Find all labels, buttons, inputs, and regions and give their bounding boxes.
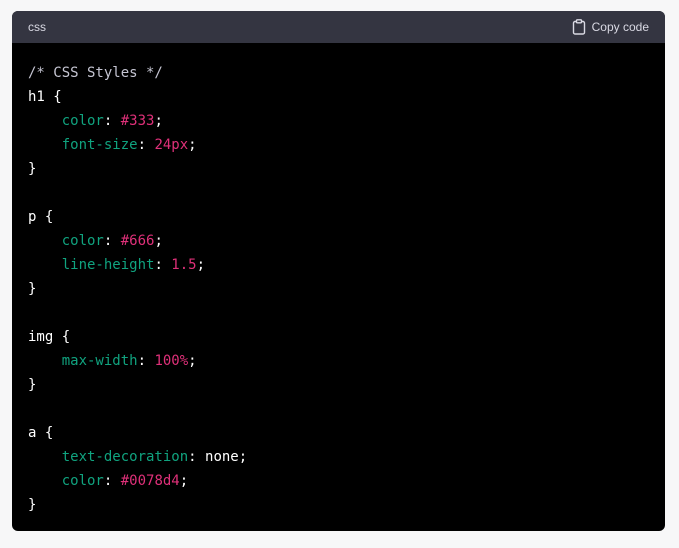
copy-code-label: Copy code bbox=[591, 20, 649, 34]
css-property: text-decoration bbox=[61, 449, 189, 465]
language-label: css bbox=[28, 20, 46, 34]
semicolon: ; bbox=[154, 113, 163, 129]
css-selector: h1 bbox=[28, 89, 45, 105]
colon: : bbox=[103, 113, 121, 129]
css-property: font-size bbox=[61, 137, 138, 153]
close-brace: } bbox=[28, 161, 37, 177]
code-line-comment: /* CSS Styles */ bbox=[28, 61, 649, 85]
code-line-declaration: color: #0078d4; bbox=[28, 469, 649, 493]
css-value: 100% bbox=[154, 353, 189, 369]
open-brace: { bbox=[36, 425, 54, 441]
code-line-declaration: line-height: 1.5; bbox=[28, 253, 649, 277]
colon: : bbox=[103, 473, 121, 489]
css-property: color bbox=[61, 473, 104, 489]
css-value: #666 bbox=[120, 233, 155, 249]
css-selector: img bbox=[28, 329, 54, 345]
code-line-close: } bbox=[28, 277, 649, 301]
colon: : bbox=[154, 257, 172, 273]
code-line-selector: h1 { bbox=[28, 85, 649, 109]
code-comment: /* CSS Styles */ bbox=[28, 65, 163, 81]
code-line-declaration: font-size: 24px; bbox=[28, 133, 649, 157]
clipboard-icon bbox=[572, 19, 586, 35]
open-brace: { bbox=[44, 89, 62, 105]
semicolon: ; bbox=[154, 233, 163, 249]
css-property: color bbox=[61, 233, 104, 249]
css-value: none bbox=[205, 449, 239, 465]
close-brace: } bbox=[28, 497, 37, 513]
css-value: 24px bbox=[154, 137, 189, 153]
colon: : bbox=[137, 137, 155, 153]
code-line-declaration: text-decoration: none; bbox=[28, 445, 649, 469]
close-brace: } bbox=[28, 281, 37, 297]
semicolon: ; bbox=[238, 449, 248, 465]
css-value: #0078d4 bbox=[120, 473, 180, 489]
code-content[interactable]: /* CSS Styles */ h1 { color: #333; font-s… bbox=[12, 43, 665, 517]
semicolon: ; bbox=[196, 257, 206, 273]
code-line-declaration: color: #333; bbox=[28, 109, 649, 133]
code-line-selector: img { bbox=[28, 325, 649, 349]
code-line-close: } bbox=[28, 157, 649, 181]
colon: : bbox=[137, 353, 155, 369]
code-line-close: } bbox=[28, 493, 649, 517]
code-line-declaration: max-width: 100%; bbox=[28, 349, 649, 373]
open-brace: { bbox=[36, 209, 54, 225]
css-value: #333 bbox=[120, 113, 155, 129]
semicolon: ; bbox=[188, 137, 197, 153]
semicolon: ; bbox=[179, 473, 189, 489]
copy-code-button[interactable]: Copy code bbox=[572, 19, 649, 35]
code-line-close: } bbox=[28, 373, 649, 397]
css-value: 1.5 bbox=[171, 257, 197, 273]
css-property: color bbox=[61, 113, 104, 129]
css-property: max-width bbox=[61, 353, 138, 369]
code-line-declaration: color: #666; bbox=[28, 229, 649, 253]
semicolon: ; bbox=[188, 353, 197, 369]
code-block: css Copy code /* CSS Styles */ h1 { color… bbox=[12, 11, 665, 531]
css-property: line-height bbox=[61, 257, 155, 273]
colon: : bbox=[188, 449, 206, 465]
open-brace: { bbox=[53, 329, 71, 345]
code-header: css Copy code bbox=[12, 11, 665, 43]
close-brace: } bbox=[28, 377, 37, 393]
colon: : bbox=[103, 233, 121, 249]
code-line-selector: p { bbox=[28, 205, 649, 229]
code-line-selector: a { bbox=[28, 421, 649, 445]
